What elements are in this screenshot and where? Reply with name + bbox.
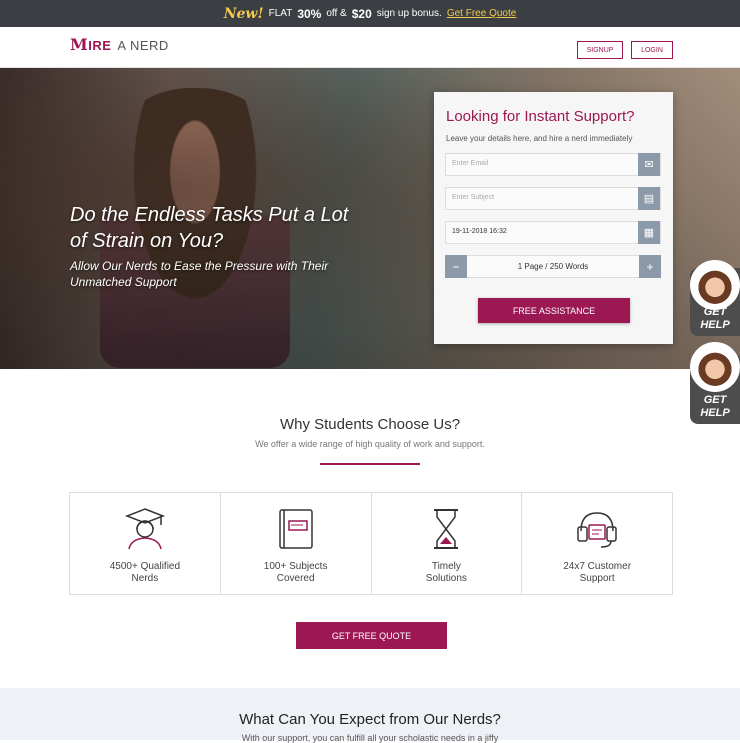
get-free-quote-button[interactable]: GET FREE QUOTE: [296, 622, 447, 649]
promo-amount: $20: [351, 6, 372, 21]
hourglass-icon: [434, 509, 459, 549]
expect-section: What Can You Expect from Our Nerds? With…: [0, 688, 740, 743]
headset-icon: [577, 512, 617, 548]
promo-quote-link[interactable]: Get Free Quote: [447, 8, 516, 19]
subject-placeholder: Enter Subject: [452, 194, 495, 201]
free-assistance-button[interactable]: FREE ASSISTANCE: [478, 298, 630, 323]
form-title: Looking for Instant Support?: [446, 108, 635, 125]
section-divider: [320, 463, 420, 465]
deadline-field[interactable]: 19-11-2018 16:32 ▦: [445, 221, 661, 244]
deadline-value: 19-11-2018 16:32: [452, 228, 507, 235]
calendar-icon: ▦: [638, 221, 660, 244]
hero-banner: Do the Endless Tasks Put a Lot of Strain…: [0, 68, 740, 369]
pages-value: 1 Page / 250 Words: [517, 262, 589, 271]
why-title: Why Students Choose Us?: [279, 416, 461, 433]
promo-bonus: sign up bonus.: [376, 8, 442, 19]
form-subtitle: Leave your details here, and hire a nerd…: [446, 134, 633, 143]
pages-stepper: − 1 Page / 250 Words +: [445, 255, 661, 278]
promo-percent: 30%: [297, 6, 322, 21]
support-agent-avatar: [690, 260, 740, 310]
feature-support: 24x7 Customer Support: [522, 493, 672, 594]
logo-mark: M: [70, 35, 89, 54]
signup-button[interactable]: SIGNUP: [577, 41, 623, 59]
why-subtitle: We offer a wide range of high quality of…: [255, 439, 485, 449]
email-field[interactable]: Enter Email ✉: [445, 153, 661, 176]
logo-ire: IRE: [88, 38, 112, 53]
get-help-widget-secondary[interactable]: GET HELP: [690, 342, 740, 424]
envelope-icon: ✉: [638, 153, 660, 176]
feature-label: Timely Solutions: [425, 561, 467, 584]
support-agent-avatar-secondary: [690, 342, 740, 392]
get-help-widget[interactable]: GET HELP: [690, 260, 740, 336]
logo-a-nerd: A NERD: [117, 38, 169, 53]
top-navbar: M IRE A NERD SIGNUP LOGIN: [0, 27, 740, 68]
login-button[interactable]: LOGIN: [631, 41, 673, 59]
book-icon: [278, 509, 313, 549]
feature-label: 24x7 Customer Support: [563, 561, 632, 584]
feature-timely: Timely Solutions: [372, 493, 523, 594]
feature-label: 4500+ Qualified Nerds: [109, 561, 181, 584]
feature-qualified-nerds: 4500+ Qualified Nerds: [70, 493, 221, 594]
expect-subtitle: With our support, you can fulfill all yo…: [241, 733, 499, 743]
instant-support-form: Looking for Instant Support? Leave your …: [434, 92, 673, 344]
hero-title: Do the Endless Tasks Put a Lot of Strain…: [70, 204, 349, 252]
new-badge: New!: [223, 5, 264, 22]
email-placeholder: Enter Email: [452, 160, 489, 167]
feature-subjects: 100+ Subjects Covered: [221, 493, 372, 594]
graduate-icon: [124, 508, 165, 550]
promo-banner: New! FLAT 30% off & $20 sign up bonus. G…: [0, 0, 740, 27]
site-logo[interactable]: M IRE A NERD: [70, 35, 169, 54]
features-grid: 4500+ Qualified Nerds 100+ Subjects Cove…: [69, 492, 673, 595]
promo-flat: FLAT: [268, 8, 293, 19]
feature-label: 100+ Subjects Covered: [263, 561, 328, 584]
increment-button[interactable]: +: [639, 255, 661, 278]
promo-off: off &: [326, 8, 347, 19]
subject-field[interactable]: Enter Subject ▤: [445, 187, 661, 210]
get-help-label: GET HELP: [700, 306, 730, 331]
expect-title: What Can You Expect from Our Nerds?: [239, 711, 501, 728]
document-icon: ▤: [638, 187, 660, 210]
hero-subtitle: Allow Our Nerds to Ease the Pressure wit…: [70, 259, 329, 289]
